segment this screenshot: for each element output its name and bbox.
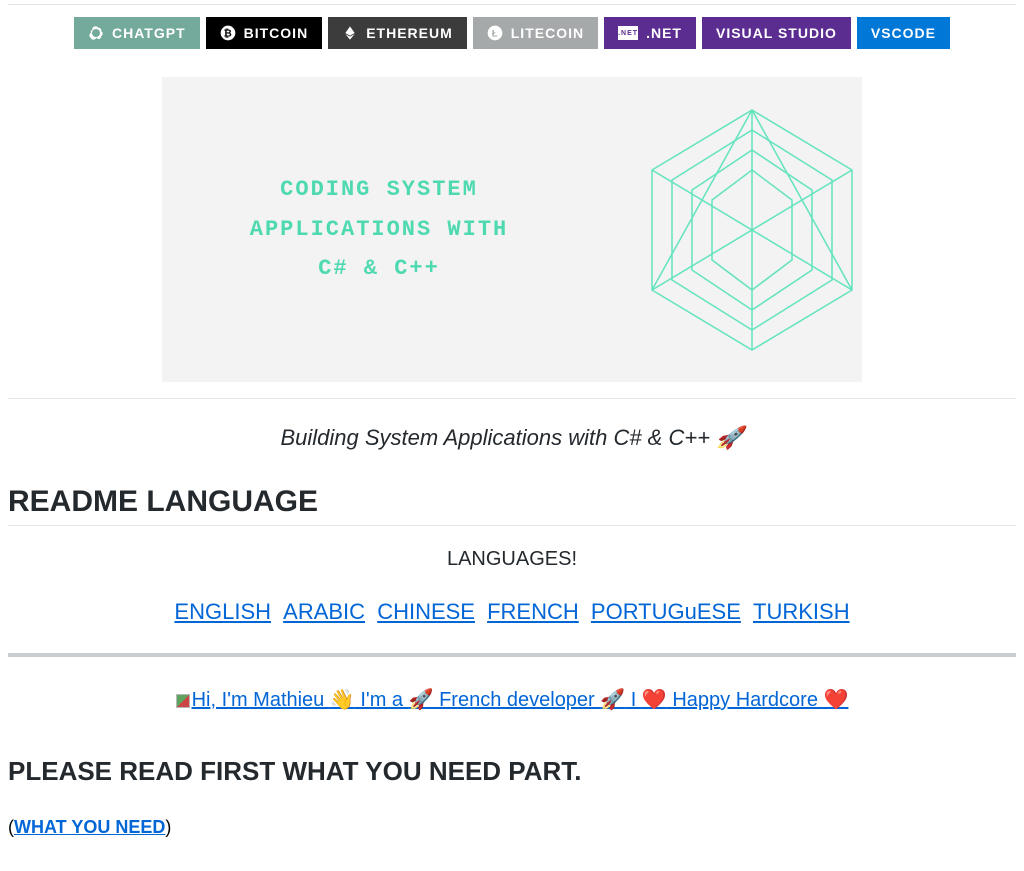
rocket-icon: 🚀	[600, 689, 625, 711]
banner-line-3: C# & C++	[162, 249, 596, 289]
badge-label: ETHEREUM	[366, 25, 453, 41]
intro-line: Hi, I'm Mathieu 👋 I'm a 🚀 French develop…	[8, 687, 1016, 712]
thick-divider	[8, 653, 1016, 657]
ethereum-icon	[342, 25, 358, 41]
what-you-need-link[interactable]: WHAT YOU NEED	[14, 817, 165, 837]
svg-text:₿: ₿	[223, 27, 232, 39]
top-divider	[8, 4, 1016, 5]
openai-icon	[88, 25, 104, 41]
heart-icon: ❤️	[642, 689, 667, 711]
svg-text:Ł: Ł	[492, 28, 498, 38]
what-you-need-line: (WHAT YOU NEED)	[8, 817, 1016, 838]
intro-link[interactable]: Hi, I'm Mathieu 👋 I'm a 🚀 French develop…	[176, 689, 849, 711]
badge-visual-studio[interactable]: VISUAL STUDIO	[702, 17, 851, 49]
lang-chinese[interactable]: CHINESE	[377, 599, 475, 624]
badge-label: VISUAL STUDIO	[716, 25, 837, 41]
badge-label: .NET	[646, 25, 682, 41]
bitcoin-icon: ₿	[220, 25, 236, 41]
litecoin-icon: Ł	[487, 25, 503, 41]
languages-label: LANGUAGES!	[8, 548, 1016, 571]
badge-label: BITCOIN	[244, 25, 309, 41]
badge-label: LITECOIN	[511, 25, 584, 41]
badge-vscode[interactable]: VSCODE	[857, 17, 950, 49]
lang-english[interactable]: ENGLISH	[174, 599, 271, 624]
badge-litecoin[interactable]: Ł LITECOIN	[473, 17, 598, 49]
badge-row: CHATGPT ₿ BITCOIN ETHEREUM Ł LITECOIN .N…	[8, 17, 1016, 49]
wave-icon: 👋	[330, 689, 355, 711]
badge-label: VSCODE	[871, 25, 936, 41]
lang-french[interactable]: FRENCH	[487, 599, 579, 624]
banner-line-2: APPLICATIONS WITH	[162, 210, 596, 250]
language-links: ENGLISH ARABIC CHINESE FRENCH PORTUGuESE…	[8, 599, 1016, 625]
heart-icon: ❤️	[824, 689, 849, 711]
geometric-decoration	[602, 90, 862, 370]
read-first-heading: PLEASE READ FIRST WHAT YOU NEED PART.	[8, 756, 1016, 787]
readme-language-heading: README LANGUAGE	[8, 485, 1016, 526]
divider	[8, 398, 1016, 399]
banner-line-1: CODING SYSTEM	[162, 170, 596, 210]
dotnet-icon: .NET	[618, 26, 638, 40]
rocket-icon: 🚀	[409, 689, 434, 711]
lang-turkish[interactable]: TURKISH	[753, 599, 850, 624]
broken-image-icon	[176, 694, 190, 708]
badge-bitcoin[interactable]: ₿ BITCOIN	[206, 17, 323, 49]
subtitle: Building System Applications with C# & C…	[8, 425, 1016, 451]
lang-portuguese[interactable]: PORTUGuESE	[591, 599, 741, 624]
lang-arabic[interactable]: ARABIC	[283, 599, 365, 624]
badge-dotnet[interactable]: .NET .NET	[604, 17, 696, 49]
badge-label: CHATGPT	[112, 25, 186, 41]
badge-ethereum[interactable]: ETHEREUM	[328, 17, 467, 49]
badge-chatgpt[interactable]: CHATGPT	[74, 17, 200, 49]
hero-banner: CODING SYSTEM APPLICATIONS WITH C# & C++	[162, 77, 862, 382]
